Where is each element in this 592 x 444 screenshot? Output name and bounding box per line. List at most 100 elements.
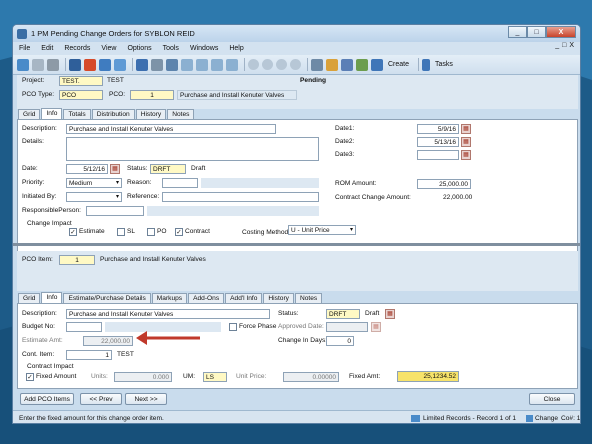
add-pco-items-button[interactable]: Add PCO Items	[20, 393, 74, 405]
list-icon[interactable]	[181, 58, 193, 71]
form-view-icon[interactable]	[211, 58, 223, 71]
sl-checkbox-label: SL	[127, 228, 136, 235]
maximize-button[interactable]: □	[527, 26, 546, 38]
cont-item-field[interactable]: 1	[66, 350, 112, 360]
menu-view[interactable]: View	[101, 45, 116, 52]
menu-windows[interactable]: Windows	[190, 45, 218, 52]
item-tab-estimate-purchase[interactable]: Estimate/Purchase Details	[63, 293, 151, 303]
close-button[interactable]: Close	[529, 393, 575, 405]
tab-totals[interactable]: Totals	[63, 109, 91, 119]
project-code-field[interactable]: TEST.	[59, 76, 103, 86]
costing-method-select[interactable]: U - Unit Price	[288, 225, 356, 235]
tab-distribution[interactable]: Distribution	[91, 109, 135, 119]
item-tab-markups[interactable]: Markups	[151, 293, 188, 303]
attachment-icon[interactable]	[151, 58, 163, 71]
approved-date-field	[326, 322, 368, 332]
item-tab-info[interactable]: Info	[41, 292, 63, 303]
pco-item-field[interactable]: 1	[59, 255, 95, 265]
menu-edit[interactable]: Edit	[41, 45, 53, 52]
prev-button[interactable]: << Prev	[80, 393, 122, 405]
close-window-button[interactable]: X	[546, 26, 576, 38]
change-in-days-field[interactable]: 0	[326, 336, 354, 346]
undo-icon[interactable]	[99, 58, 111, 71]
reason-field[interactable]	[162, 178, 198, 188]
create-menu[interactable]: Create	[388, 61, 409, 68]
create-icon[interactable]	[371, 58, 383, 71]
previous-record-icon[interactable]	[262, 59, 273, 70]
tab-grid[interactable]: Grid	[18, 109, 41, 119]
estimate-checkbox[interactable]: ✓	[69, 228, 77, 236]
tasks-menu[interactable]: Tasks	[435, 61, 453, 68]
date1-field[interactable]: 5/9/16	[417, 124, 459, 134]
copy-icon[interactable]	[47, 58, 59, 71]
details-field[interactable]	[66, 137, 319, 161]
fixed-amount-checkbox[interactable]: ✓	[26, 373, 34, 381]
force-phase-checkbox[interactable]	[229, 323, 237, 331]
new-record-icon[interactable]	[17, 58, 29, 71]
tab-info[interactable]: Info	[41, 108, 63, 119]
item-tab-addl-info[interactable]: Add'l Info	[225, 293, 263, 303]
item-tab-add-ons[interactable]: Add-Ons	[188, 293, 225, 303]
item-tab-grid[interactable]: Grid	[18, 293, 41, 303]
priority-select[interactable]: Medium	[66, 178, 122, 188]
binoculars-icon[interactable]	[32, 58, 44, 71]
item-description-field[interactable]: Purchase and Install Kenuter Valves	[66, 309, 270, 319]
last-record-icon[interactable]	[290, 59, 301, 70]
reference-field[interactable]	[162, 192, 319, 202]
split-view-icon[interactable]	[226, 58, 238, 71]
spell-check-icon[interactable]	[166, 58, 178, 71]
pco-type-field[interactable]: PCO	[59, 90, 103, 100]
calendar-icon[interactable]: ▦	[110, 164, 120, 174]
mdi-minimize-button[interactable]: _	[555, 42, 559, 49]
menu-records[interactable]: Records	[64, 45, 90, 52]
date3-label: Date3:	[335, 151, 355, 158]
pco-number-field[interactable]: 1	[130, 90, 174, 100]
mdi-close-button[interactable]: X	[569, 42, 574, 49]
responsible-person-field[interactable]	[86, 206, 144, 216]
calculator-icon[interactable]	[136, 58, 148, 71]
sl-checkbox[interactable]	[117, 228, 125, 236]
pco-type-label: PCO Type:	[22, 91, 55, 98]
item-status-code-field[interactable]: DRFT	[326, 309, 360, 319]
delete-icon[interactable]	[84, 58, 96, 71]
mdi-restore-button[interactable]: □	[562, 42, 566, 49]
um-field[interactable]: LS	[203, 372, 227, 382]
menu-file[interactable]: File	[19, 45, 30, 52]
link-icon[interactable]	[311, 58, 323, 71]
contract-impact-label: Contract Impact	[27, 363, 74, 370]
status-code-field[interactable]: DRFT	[150, 164, 186, 174]
contract-checkbox[interactable]: ✓	[175, 228, 183, 236]
tab-notes[interactable]: Notes	[167, 109, 195, 119]
date2-calendar-icon[interactable]: ▦	[461, 137, 471, 147]
item-status-lookup-icon[interactable]: ▦	[385, 309, 395, 319]
budget-no-field[interactable]	[66, 322, 102, 332]
item-tab-history[interactable]: History	[263, 293, 294, 303]
refresh-icon[interactable]	[114, 58, 126, 71]
tab-history[interactable]: History	[135, 109, 167, 119]
menu-options[interactable]: Options	[127, 45, 151, 52]
menu-help[interactable]: Help	[229, 45, 243, 52]
description-field[interactable]: Purchase and Install Kenuter Valves	[66, 124, 276, 134]
item-tab-notes[interactable]: Notes	[294, 293, 323, 303]
date-field[interactable]: 5/12/16	[66, 164, 108, 174]
next-button[interactable]: Next >>	[125, 393, 167, 405]
panel-splitter[interactable]	[13, 243, 580, 246]
next-record-icon[interactable]	[276, 59, 287, 70]
save-icon[interactable]	[69, 58, 81, 71]
date3-field[interactable]	[417, 150, 459, 160]
date2-field[interactable]: 5/13/16	[417, 137, 459, 147]
people-icon[interactable]	[326, 58, 338, 71]
edit-icon[interactable]	[341, 58, 353, 71]
minimize-button[interactable]: _	[508, 26, 527, 38]
rom-amount-field[interactable]: 25,000.00	[417, 179, 471, 189]
po-checkbox[interactable]	[147, 228, 155, 236]
date3-calendar-icon[interactable]: ▦	[461, 150, 471, 160]
first-record-icon[interactable]	[248, 59, 259, 70]
initiated-by-select[interactable]	[66, 192, 122, 202]
grid-view-icon[interactable]	[196, 58, 208, 71]
fixed-amt-field[interactable]: 25,1234.52	[397, 371, 459, 382]
report-icon[interactable]	[356, 58, 368, 71]
menu-tools[interactable]: Tools	[163, 45, 179, 52]
tasks-icon[interactable]	[422, 58, 431, 71]
date1-calendar-icon[interactable]: ▦	[461, 124, 471, 134]
